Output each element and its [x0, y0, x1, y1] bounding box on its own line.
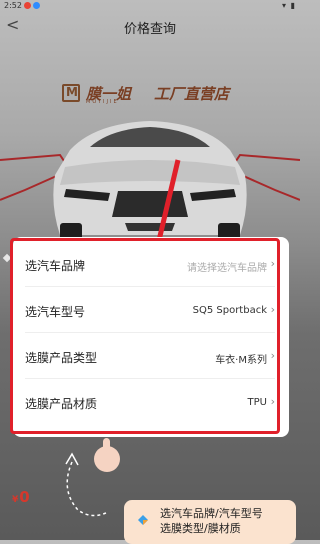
row-value: TPU — [247, 397, 267, 408]
brand-logo: 膜一姐 MOYIJIE 工厂直营店 — [62, 84, 242, 106]
row-label: 选汽车品牌 — [25, 259, 86, 273]
brand-store: 工厂直营店 — [154, 85, 230, 103]
car-image — [0, 121, 300, 253]
notification-icon — [33, 2, 40, 9]
row-value: SQ5 Sportback — [192, 305, 267, 316]
hint-text: 选汽车品牌/汽车型号 选膜类型/膜材质 — [160, 506, 263, 536]
brand-icon — [62, 84, 80, 102]
top-nav: < 价格查询 — [0, 12, 300, 40]
price-currency: ¥ — [12, 495, 19, 505]
status-bar: 2:52 ▾ ▮ — [0, 0, 300, 12]
hint-line-2: 选膜类型/膜材质 — [160, 522, 241, 535]
notification-icon — [24, 2, 31, 9]
hint-bubble-icon — [138, 515, 148, 525]
signal-battery-icon: ▾ ▮ — [282, 1, 296, 10]
chevron-right-icon: › — [270, 303, 275, 316]
row-car-brand[interactable]: 选汽车品牌 请选择选汽车品牌 › — [25, 242, 275, 287]
chevron-right-icon: › — [270, 395, 275, 408]
hand-pointer-icon — [94, 438, 120, 472]
chevron-right-icon: › — [270, 349, 275, 362]
row-label: 选膜产品类型 — [25, 351, 98, 365]
chevron-right-icon: › — [270, 257, 275, 270]
status-time: 2:52 — [4, 1, 22, 10]
price-total: ¥0 — [12, 488, 30, 506]
row-film-material[interactable]: 选膜产品材质 TPU › — [25, 380, 275, 424]
row-car-model[interactable]: 选汽车型号 SQ5 Sportback › — [25, 288, 275, 333]
hint-tooltip[interactable]: 选汽车品牌/汽车型号 选膜类型/膜材质 — [124, 500, 296, 544]
sparkle-icon — [2, 253, 12, 263]
row-label: 选汽车型号 — [25, 305, 86, 319]
row-value: 车衣·M系列 — [215, 355, 267, 366]
page-title: 价格查询 — [123, 22, 176, 37]
row-film-type[interactable]: 选膜产品类型 车衣·M系列 › — [25, 334, 275, 379]
price-amount: 0 — [19, 488, 30, 506]
row-label: 选膜产品材质 — [25, 397, 98, 411]
row-value: 请选择选汽车品牌 — [187, 263, 267, 274]
hint-line-1: 选汽车品牌/汽车型号 — [160, 507, 263, 520]
